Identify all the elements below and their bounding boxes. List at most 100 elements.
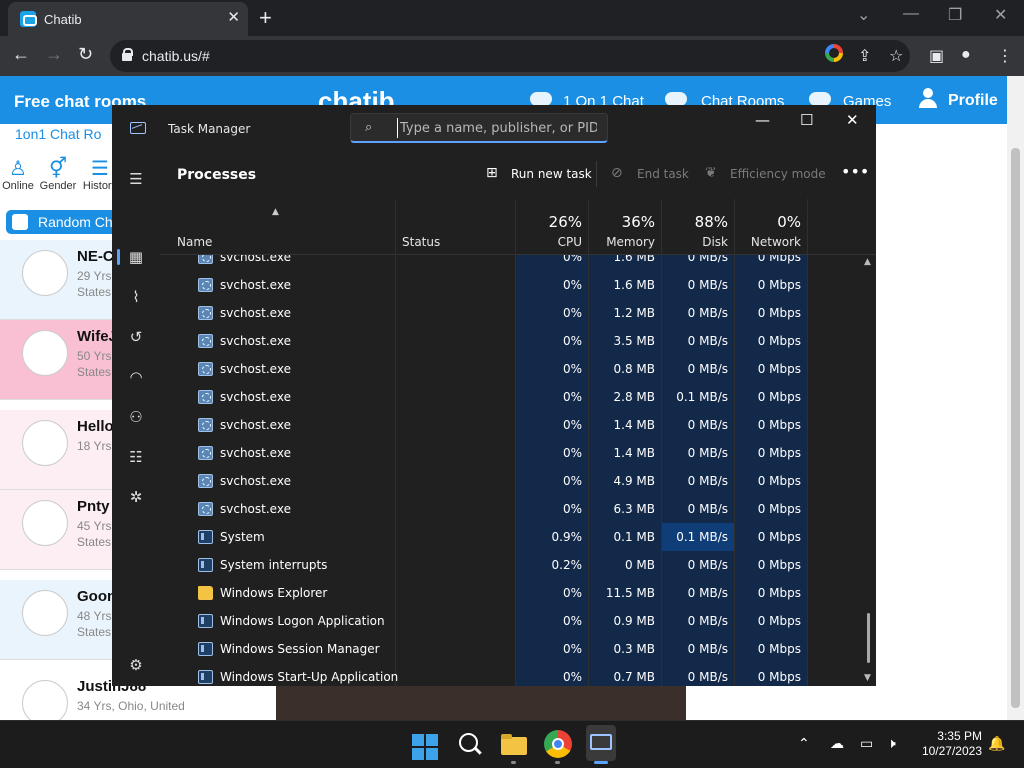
process-row[interactable]: Windows Start-Up Application 0% 0.7 MB 0 MB… [160,663,856,686]
col-name[interactable]: Name [177,235,212,249]
process-row[interactable]: svchost.exe 0% 0.8 MB 0 MB/s 0 Mbps [160,355,856,383]
settings-gear-icon[interactable]: ⚙ [126,655,146,675]
page-scrollbar[interactable] [1007,76,1024,720]
process-row[interactable]: svchost.exe 0% 4.9 MB 0 MB/s 0 Mbps [160,467,856,495]
command-bar: Processes ⊞ Run new task ⊘ End task ❦ Ef… [160,149,876,199]
tm-maximize-icon[interactable]: ☐ [800,111,813,129]
omnibox[interactable]: chatib.us/# [110,40,910,72]
run-new-task-button[interactable]: Run new task [511,167,592,181]
process-search-input[interactable] [397,118,597,138]
process-list: svchost.exe 0% 1.6 MB 0 MB/s 0 Mbps svchost.e… [160,255,856,686]
bookmark-star-icon[interactable]: ☆ [889,46,903,66]
process-row[interactable]: Windows Logon Application 0% 0.9 MB 0 MB/s 0… [160,607,856,635]
process-network: 0 Mbps [757,642,801,656]
process-row[interactable]: svchost.exe 0% 1.6 MB 0 MB/s 0 Mbps [160,255,856,271]
app-history-icon[interactable]: ↺ [126,327,146,347]
col-cpu-percent[interactable]: 26% [515,213,582,231]
col-cpu[interactable]: CPU [515,235,582,249]
show-hidden-icons-icon[interactable]: ⌃ [798,735,810,752]
more-options-icon[interactable]: ••• [841,162,869,181]
processes-icon[interactable]: ▦ [126,247,146,267]
process-search-box[interactable]: ⌕ [350,113,608,143]
process-row[interactable]: System 0.9% 0.1 MB 0.1 MB/s 0 Mbps [160,523,856,551]
forward-icon[interactable]: → [45,44,63,65]
chrome-icon[interactable] [544,730,572,758]
side-panel-icon[interactable]: ▣ [929,46,944,66]
process-network: 0 Mbps [757,502,801,516]
users-icon[interactable]: ⚇ [126,407,146,427]
end-task-button[interactable]: End task [637,167,689,181]
close-tab-icon[interactable]: ✕ [227,8,240,26]
onedrive-cloud-icon[interactable]: ☁ [830,735,844,752]
service-host-icon [198,334,213,348]
browser-tab[interactable]: Chatib ✕ [8,2,248,36]
scroll-up-arrow-icon[interactable]: ▲ [864,257,871,267]
process-row[interactable]: Windows Session Manager 0% 0.3 MB 0 MB/s 0 M… [160,635,856,663]
notification-bell-icon[interactable]: 🔔 [988,735,1005,752]
tm-minimize-icon[interactable]: — [755,111,770,129]
random-chat-button[interactable]: Random Chat [6,210,126,234]
task-manager-titlebar[interactable]: Task Manager ⌕ — ☐ ✕ [112,105,876,149]
scroll-down-arrow-icon[interactable]: ▼ [864,673,871,683]
col-memory-percent[interactable]: 36% [588,213,655,231]
col-memory[interactable]: Memory [588,235,655,249]
process-disk: 0 MB/s [687,334,728,348]
process-row[interactable]: svchost.exe 0% 6.3 MB 0 MB/s 0 Mbps [160,495,856,523]
new-tab-icon[interactable]: + [259,5,272,31]
page-scrollbar-thumb[interactable] [1011,148,1020,708]
site-tabs[interactable]: 1on1 Chat Ro [15,126,101,142]
minimize-icon[interactable]: — [903,5,919,23]
process-list-scrollbar[interactable]: ▲ ▼ [862,255,874,686]
process-row[interactable]: svchost.exe 0% 2.8 MB 0.1 MB/s 0 Mbps [160,383,856,411]
hamburger-menu-icon[interactable]: ☰ [126,169,146,189]
col-disk-percent[interactable]: 88% [661,213,728,231]
filter-online[interactable]: ♙ Online [0,156,38,192]
restore-icon[interactable]: ❐ [948,5,962,25]
volume-muted-icon[interactable]: 🕨 [887,735,896,752]
task-manager-taskbar-icon[interactable] [586,725,616,761]
process-cpu: 0% [562,474,582,488]
efficiency-mode-button[interactable]: Efficiency mode [730,167,826,181]
process-row[interactable]: svchost.exe 0% 1.4 MB 0 MB/s 0 Mbps [160,439,856,467]
user-list-item[interactable]: Hello 18 Yrs, [0,410,115,490]
process-row[interactable]: Windows Explorer 0% 11.5 MB 0 MB/s 0 Mbps [160,579,856,607]
clock-time: 3:35 PM [937,729,982,743]
menu-icon[interactable]: ⋮ [997,46,1013,66]
process-row[interactable]: svchost.exe 0% 1.6 MB 0 MB/s 0 Mbps [160,271,856,299]
process-row[interactable]: svchost.exe 0% 1.4 MB 0 MB/s 0 Mbps [160,411,856,439]
tm-close-icon[interactable]: ✕ [846,111,859,129]
close-window-icon[interactable]: ✕ [994,5,1007,25]
col-network[interactable]: Network [734,235,801,249]
process-memory: 11.5 MB [605,586,655,600]
share-icon[interactable]: ⇪ [858,46,871,66]
col-network-percent[interactable]: 0% [734,213,801,231]
services-icon[interactable]: ✲ [126,487,146,507]
performance-icon[interactable]: ⌇ [126,287,146,307]
taskbar-search-icon[interactable] [456,730,484,758]
tab-search-icon[interactable]: ⌄ [857,5,870,25]
process-row[interactable]: System interrupts 0.2% 0 MB 0 MB/s 0 Mbps [160,551,856,579]
process-row[interactable]: svchost.exe 0% 1.2 MB 0 MB/s 0 Mbps [160,299,856,327]
filter-gender[interactable]: ⚥ Gender [38,156,78,192]
col-status[interactable]: Status [402,235,440,249]
details-icon[interactable]: ☷ [126,447,146,467]
start-windows-icon[interactable] [412,734,438,760]
user-list-item[interactable]: Goon 48 Yrs States [0,580,116,660]
process-network: 0 Mbps [757,334,801,348]
user-list-item[interactable]: NE-C 29 Yrs States [0,240,114,320]
nav-profile[interactable]: Profile [948,92,998,110]
user-name: NE-C [77,248,114,265]
reload-icon[interactable]: ↻ [78,44,93,65]
scroll-thumb[interactable] [867,613,870,663]
network-monitor-icon[interactable]: ▭ [860,735,873,752]
user-list-item[interactable]: WifeJ 50 Yrs States [0,320,117,400]
system-clock[interactable]: 3:35 PM 10/27/2023 [914,729,982,759]
col-disk[interactable]: Disk [661,235,728,249]
back-icon[interactable]: ← [12,44,30,65]
user-list-item[interactable]: Pnty 45 Yrs States [0,490,112,570]
profile-icon[interactable]: ● [961,46,971,64]
google-icon[interactable] [825,44,843,62]
file-explorer-icon[interactable] [500,730,528,758]
startup-apps-icon[interactable]: ◠ [126,367,146,387]
process-row[interactable]: svchost.exe 0% 3.5 MB 0 MB/s 0 Mbps [160,327,856,355]
